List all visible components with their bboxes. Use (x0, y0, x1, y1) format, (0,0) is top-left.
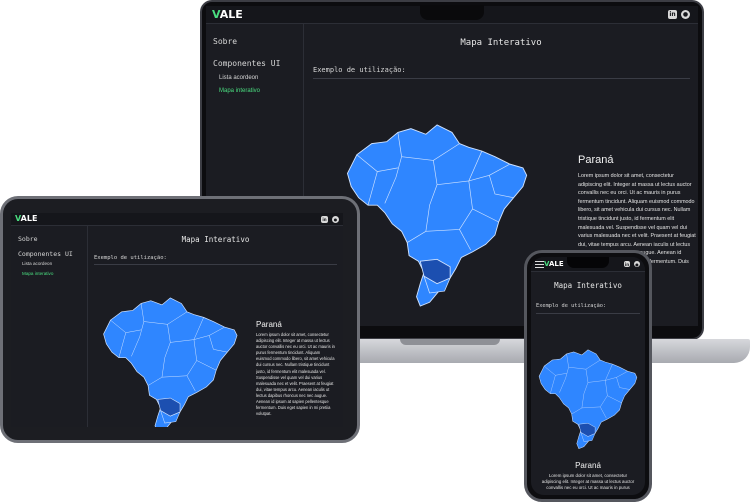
brazil-map[interactable] (535, 343, 642, 455)
linkedin-icon[interactable]: in (624, 261, 630, 267)
github-icon[interactable]: ● (332, 216, 339, 223)
brazil-map-svg (103, 297, 238, 427)
linkedin-icon[interactable]: in (668, 10, 677, 19)
laptop-camera-notch (420, 5, 484, 20)
state-title: Paraná (256, 320, 282, 329)
state-title: Paraná (578, 154, 614, 166)
divider (313, 78, 690, 79)
menu-icon[interactable] (535, 261, 544, 268)
sidebar-item-mapa-interativo[interactable]: Mapa interativo (22, 271, 53, 276)
logo[interactable]: VALE (212, 8, 243, 21)
brazil-map-svg (346, 124, 528, 307)
state-title: Paraná (575, 461, 601, 470)
linkedin-icon[interactable]: in (321, 216, 328, 223)
page-title: Mapa Interativo (554, 281, 622, 290)
sidebar-item-sobre[interactable]: Sobre (213, 37, 237, 46)
logo[interactable]: VALE (544, 260, 564, 268)
page-title: Mapa Interativo (460, 38, 542, 48)
brazil-map-svg (538, 349, 638, 450)
logo[interactable]: VALE (15, 214, 37, 223)
brazil-map[interactable] (340, 108, 536, 322)
sidebar-item-lista-acordeon[interactable]: Lista acordeon (219, 75, 258, 81)
phone-screen: VALE in ● Mapa Interativo Exemplo de uti… (531, 257, 645, 495)
tablet-screen: VALE in ● Sobre Componentes UI Lista aco… (11, 213, 343, 427)
phone-camera-notch (567, 257, 609, 268)
page-title: Mapa Interativo (181, 235, 250, 244)
laptop-base-notch (400, 339, 500, 345)
brazil-map[interactable] (98, 291, 244, 427)
sidebar-section-componentes[interactable]: Componentes UI (213, 59, 280, 68)
top-bar: VALE in ● (11, 213, 343, 226)
section-label: Exemplo de utilização: (94, 255, 167, 261)
social-links: in ● (321, 216, 339, 223)
divider (94, 264, 337, 265)
divider (536, 313, 640, 314)
state-description: Lorem ipsum dolor sit amet, consectetur … (541, 473, 635, 491)
state-description: Lorem ipsum dolor sit amet, consectetur … (256, 332, 335, 417)
section-label: Exemplo de utilização: (313, 66, 406, 74)
sidebar-item-mapa-interativo[interactable]: Mapa interativo (219, 88, 260, 94)
github-icon[interactable]: ● (634, 261, 640, 267)
sidebar-item-lista-acordeon[interactable]: Lista acordeon (22, 261, 52, 266)
social-links: in ● (668, 10, 690, 19)
main-content: Mapa Interativo Exemplo de utilização: P… (88, 226, 343, 427)
github-icon[interactable]: ● (681, 10, 690, 19)
section-label: Exemplo de utilização: (536, 303, 607, 309)
sidebar-section-componentes[interactable]: Componentes UI (18, 250, 73, 258)
sidebar: Sobre Componentes UI Lista acordeon Mapa… (11, 226, 88, 427)
social-links: in ● (624, 261, 640, 267)
sidebar-item-sobre[interactable]: Sobre (18, 235, 38, 243)
